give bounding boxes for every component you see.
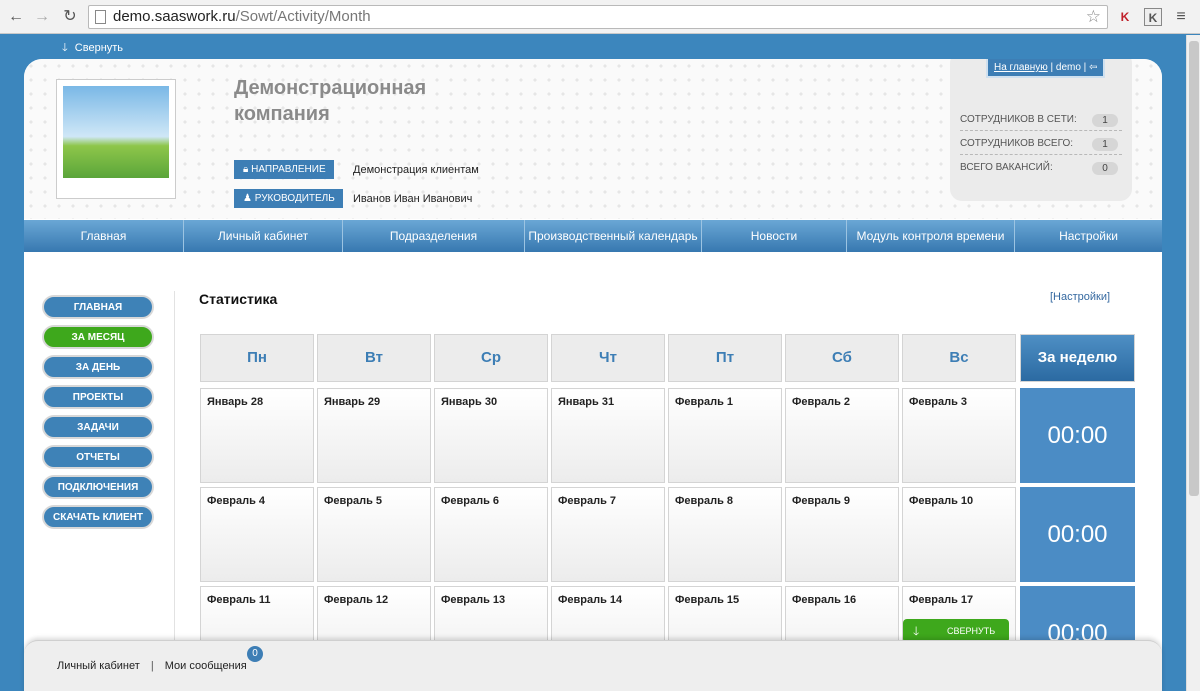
direction-tag: 🔒︎ НАПРАВЛЕНИЕ xyxy=(234,160,334,179)
sidebar-item-download-client[interactable]: СКАЧАТЬ КЛИЕНТ xyxy=(42,505,154,529)
bottom-bar: Личный кабинет | Мои сообщения 0 xyxy=(24,640,1162,691)
sidebar-item-home[interactable]: ГЛАВНАЯ xyxy=(42,295,154,319)
menu-icon[interactable]: ≡ xyxy=(1172,8,1190,26)
bookmark-star-icon[interactable]: ☆ xyxy=(1086,6,1101,28)
calendar-day-cell[interactable]: Февраль 9 xyxy=(785,487,899,582)
nav-item-calendar[interactable]: Производственный календарь xyxy=(525,220,702,252)
url-host: demo.saaswork.ru xyxy=(113,8,236,25)
scrollbar[interactable] xyxy=(1186,35,1200,691)
messages-link[interactable]: Мои сообщения xyxy=(165,660,247,672)
down-arrow-icon: 🡓 xyxy=(62,42,68,54)
nav-item-departments[interactable]: Подразделения xyxy=(343,220,525,252)
calendar-header-sun: Вс xyxy=(902,334,1016,382)
calendar-day-cell[interactable]: Февраль 4 xyxy=(200,487,314,582)
company-name: Демонстрационная компания xyxy=(234,77,427,125)
calendar-header-fri: Пт xyxy=(668,334,782,382)
sidebar-item-day[interactable]: ЗА ДЕНЬ xyxy=(42,355,154,379)
calendar-header-mon: Пн xyxy=(200,334,314,382)
back-arrow-icon[interactable]: ← xyxy=(6,7,26,27)
forward-arrow-icon[interactable]: → xyxy=(32,7,52,27)
manager-label: РУКОВОДИТЕЛЬ xyxy=(254,193,335,204)
calendar-day-cell[interactable]: Февраль 6 xyxy=(434,487,548,582)
landscape-image xyxy=(63,86,169,178)
lock-icon: 🔒︎ xyxy=(243,164,249,175)
messages-count-badge: 0 xyxy=(247,646,263,662)
calendar-header-thu: Чт xyxy=(551,334,665,382)
calendar-header-week: За неделю xyxy=(1020,334,1135,382)
stat-value: 0 xyxy=(1092,162,1118,175)
stat-vacancies: ВСЕГО ВАКАНСИЙ: 0 xyxy=(960,157,1122,179)
calendar-header-wed: Ср xyxy=(434,334,548,382)
address-bar[interactable]: demo.saaswork.ru/Sowt/Activity/Month ☆ xyxy=(88,5,1108,29)
calendar-day-cell[interactable]: Февраль 3 xyxy=(902,388,1016,483)
person-icon: ♟ xyxy=(243,193,252,204)
calendar-day-cell[interactable]: Январь 29 xyxy=(317,388,431,483)
calendar-header-sat: Сб xyxy=(785,334,899,382)
stat-value: 1 xyxy=(1092,114,1118,127)
calendar-day-cell[interactable]: Февраль 1 xyxy=(668,388,782,483)
stat-online: СОТРУДНИКОВ В СЕТИ: 1 xyxy=(960,109,1122,131)
stat-label: СОТРУДНИКОВ ВСЕГО: xyxy=(960,138,1074,149)
company-logo xyxy=(56,79,176,199)
bottom-links: Личный кабинет | Мои сообщения xyxy=(57,660,247,672)
calendar-day-cell[interactable]: Январь 30 xyxy=(434,388,548,483)
week-total: 00:00 xyxy=(1020,388,1135,483)
stat-label: ВСЕГО ВАКАНСИЙ: xyxy=(960,162,1053,173)
extension-k-icon[interactable]: K xyxy=(1144,8,1162,26)
calendar-day-cell[interactable]: Февраль 2 xyxy=(785,388,899,483)
calendar-day-cell[interactable]: Январь 28 xyxy=(200,388,314,483)
nav-item-cabinet[interactable]: Личный кабинет xyxy=(184,220,343,252)
sidebar-item-connections[interactable]: ПОДКЛЮЧЕНИЯ xyxy=(42,475,154,499)
direction-value: Демонстрация клиентам xyxy=(353,164,479,176)
main-card: Демонстрационная компания 🔒︎ НАПРАВЛЕНИЕ… xyxy=(24,59,1162,691)
top-navigation: Главная Личный кабинет Подразделения Про… xyxy=(24,220,1162,252)
username[interactable]: demo xyxy=(1056,62,1081,73)
week-total: 00:00 xyxy=(1020,487,1135,582)
logout-icon[interactable]: ⇦ xyxy=(1089,62,1097,73)
sidebar-item-projects[interactable]: ПРОЕКТЫ xyxy=(42,385,154,409)
sidebar-divider xyxy=(174,291,175,691)
collapse-top-button[interactable]: 🡓 Свернуть xyxy=(62,39,123,58)
manager-value: Иванов Иван Иванович xyxy=(353,193,473,205)
calendar-day-cell[interactable]: Февраль 8 xyxy=(668,487,782,582)
stat-value: 1 xyxy=(1092,138,1118,151)
url-path: /Sowt/Activity/Month xyxy=(235,8,371,25)
direction-label: НАПРАВЛЕНИЕ xyxy=(251,164,326,175)
scrollbar-thumb[interactable] xyxy=(1189,41,1199,496)
settings-link[interactable]: [Настройки] xyxy=(1050,291,1110,303)
sidebar-item-tasks[interactable]: ЗАДАЧИ xyxy=(42,415,154,439)
calendar-day-cell[interactable]: Февраль 7 xyxy=(551,487,665,582)
nav-item-news[interactable]: Новости xyxy=(702,220,847,252)
stat-total: СОТРУДНИКОВ ВСЕГО: 1 xyxy=(960,133,1122,155)
browser-toolbar: ← → ↻ demo.saaswork.ru/Sowt/Activity/Mon… xyxy=(0,0,1200,34)
separator: | xyxy=(150,660,154,672)
sidebar-item-reports[interactable]: ОТЧЕТЫ xyxy=(42,445,154,469)
calendar-day-cell[interactable]: Февраль 5 xyxy=(317,487,431,582)
nav-item-home[interactable]: Главная xyxy=(24,220,184,252)
calendar-day-cell[interactable]: Январь 31 xyxy=(551,388,665,483)
kaspersky-icon[interactable]: K xyxy=(1116,8,1134,26)
nav-item-time-control[interactable]: Модуль контроля времени xyxy=(847,220,1015,252)
cabinet-link[interactable]: Личный кабинет xyxy=(57,660,140,672)
calendar-header-tue: Вт xyxy=(317,334,431,382)
collapse-top-label: Свернуть xyxy=(74,42,124,54)
page-icon xyxy=(95,10,106,24)
collapse-bottom-label: СВЕРНУТЬ xyxy=(947,626,996,636)
manager-tag: ♟ РУКОВОДИТЕЛЬ xyxy=(234,189,343,208)
page-title: Статистика xyxy=(199,291,278,307)
calendar-day-cell[interactable]: Февраль 10 xyxy=(902,487,1016,582)
nav-item-settings[interactable]: Настройки xyxy=(1015,220,1162,252)
home-link[interactable]: На главную xyxy=(994,62,1048,73)
sidebar-item-month[interactable]: ЗА МЕСЯЦ xyxy=(42,325,154,349)
stat-label: СОТРУДНИКОВ В СЕТИ: xyxy=(960,114,1077,125)
reload-icon[interactable]: ↻ xyxy=(60,7,80,27)
user-links: На главную | demo | ⇦ xyxy=(986,59,1106,78)
